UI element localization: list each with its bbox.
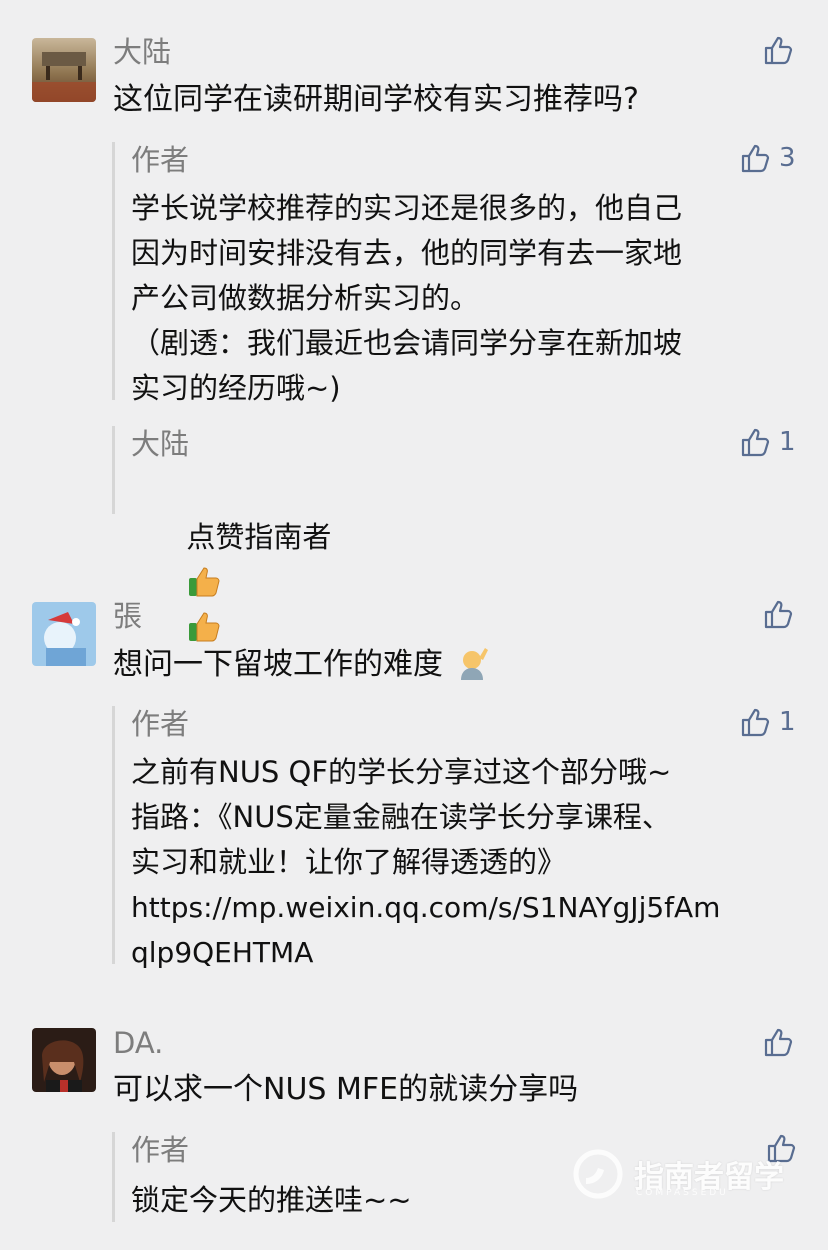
reply-like-button[interactable]: 3 <box>739 142 796 174</box>
comment-text: 这位同学在读研期间学校有实习推荐吗? <box>113 82 639 117</box>
reply-author: 作者 <box>131 143 190 177</box>
reply-text-line: 学长说学校推荐的实习还是很多的，他自己 <box>131 191 683 225</box>
thumbs-up-icon <box>741 708 770 737</box>
avatar[interactable] <box>32 1028 96 1092</box>
thumbs-up-icon <box>741 144 770 173</box>
compass-logo-icon <box>573 1149 623 1199</box>
reply-text-line: 因为时间安排没有去，他的同学有去一家地 <box>131 236 683 270</box>
like-count: 1 <box>779 707 796 737</box>
reply-like-button[interactable]: 1 <box>739 706 796 738</box>
thumbs-up-icon <box>764 600 793 629</box>
reply-text-line: 锁定今天的推送哇~~ <box>131 1183 412 1217</box>
like-button[interactable] <box>762 1026 794 1058</box>
like-count: 1 <box>779 427 796 457</box>
watermark-logo: 指南者留学 COMPASSEDU <box>572 1148 784 1200</box>
reply-block: 作者 3 学长说学校推荐的实习还是很多的，他自己 因为时间安排没有去，他的同学有… <box>112 142 796 405</box>
like-button[interactable] <box>762 34 794 66</box>
comment-author: 大陆 <box>113 35 172 69</box>
reply-author: 大陆 <box>131 427 190 461</box>
comment-text: 可以求一个NUS MFE的就读分享吗 <box>113 1072 579 1107</box>
comment-text: 想问一下留坡工作的难度 <box>113 644 491 685</box>
thumbs-up-icon <box>764 36 793 65</box>
reply-block: 作者 1 之前有NUS QF的学长分享过这个部分哦~ 指路：《NUS定量金融在读… <box>112 706 796 969</box>
avatar[interactable] <box>32 38 96 102</box>
reply-text-line: （剧透：我们最近也会请同学分享在新加坡 <box>131 326 683 360</box>
reply-text-line: 实习的经历哦~) <box>131 371 341 405</box>
reply-text-line: 产公司做数据分析实习的。 <box>131 281 480 315</box>
like-button[interactable] <box>762 598 794 630</box>
avatar[interactable] <box>32 602 96 666</box>
thumbs-up-icon <box>764 1028 793 1057</box>
thumbs-up-emoji-icon <box>189 567 220 597</box>
reply-author: 作者 <box>131 707 190 741</box>
comment-text-body: 想问一下留坡工作的难度 <box>113 647 443 682</box>
reply-text: 点赞指南者 <box>186 520 332 554</box>
like-count: 3 <box>779 143 796 173</box>
thumbs-up-icon <box>741 428 770 457</box>
reply-text-line: 之前有NUS QF的学长分享过这个部分哦~ <box>131 755 672 789</box>
reply-text-line: 实习和就业！让你了解得透透的》 <box>131 845 567 879</box>
reply-author: 作者 <box>131 1133 190 1167</box>
reply-link-line[interactable]: https://mp.weixin.qq.com/s/S1NAYgJj5fAm <box>131 885 720 930</box>
reply-block: 大陆 1 点赞指南者 <box>112 426 796 642</box>
comment-author: 張 <box>113 599 143 633</box>
reply-link-line[interactable]: qlp9QEHTMA <box>131 930 313 975</box>
reply-text-line: 指路：《NUS定量金融在读学长分享课程、 <box>131 800 671 834</box>
thumbs-up-emoji-icon <box>189 612 220 642</box>
watermark-sub: COMPASSEDU <box>636 1188 729 1198</box>
person-raising-hand-emoji-icon <box>460 648 488 680</box>
reply-block: 作者 锁定今天的推送哇~~ <box>112 1132 796 1222</box>
reply-like-button[interactable]: 1 <box>739 426 796 458</box>
comment-author: DA. <box>113 1026 164 1060</box>
